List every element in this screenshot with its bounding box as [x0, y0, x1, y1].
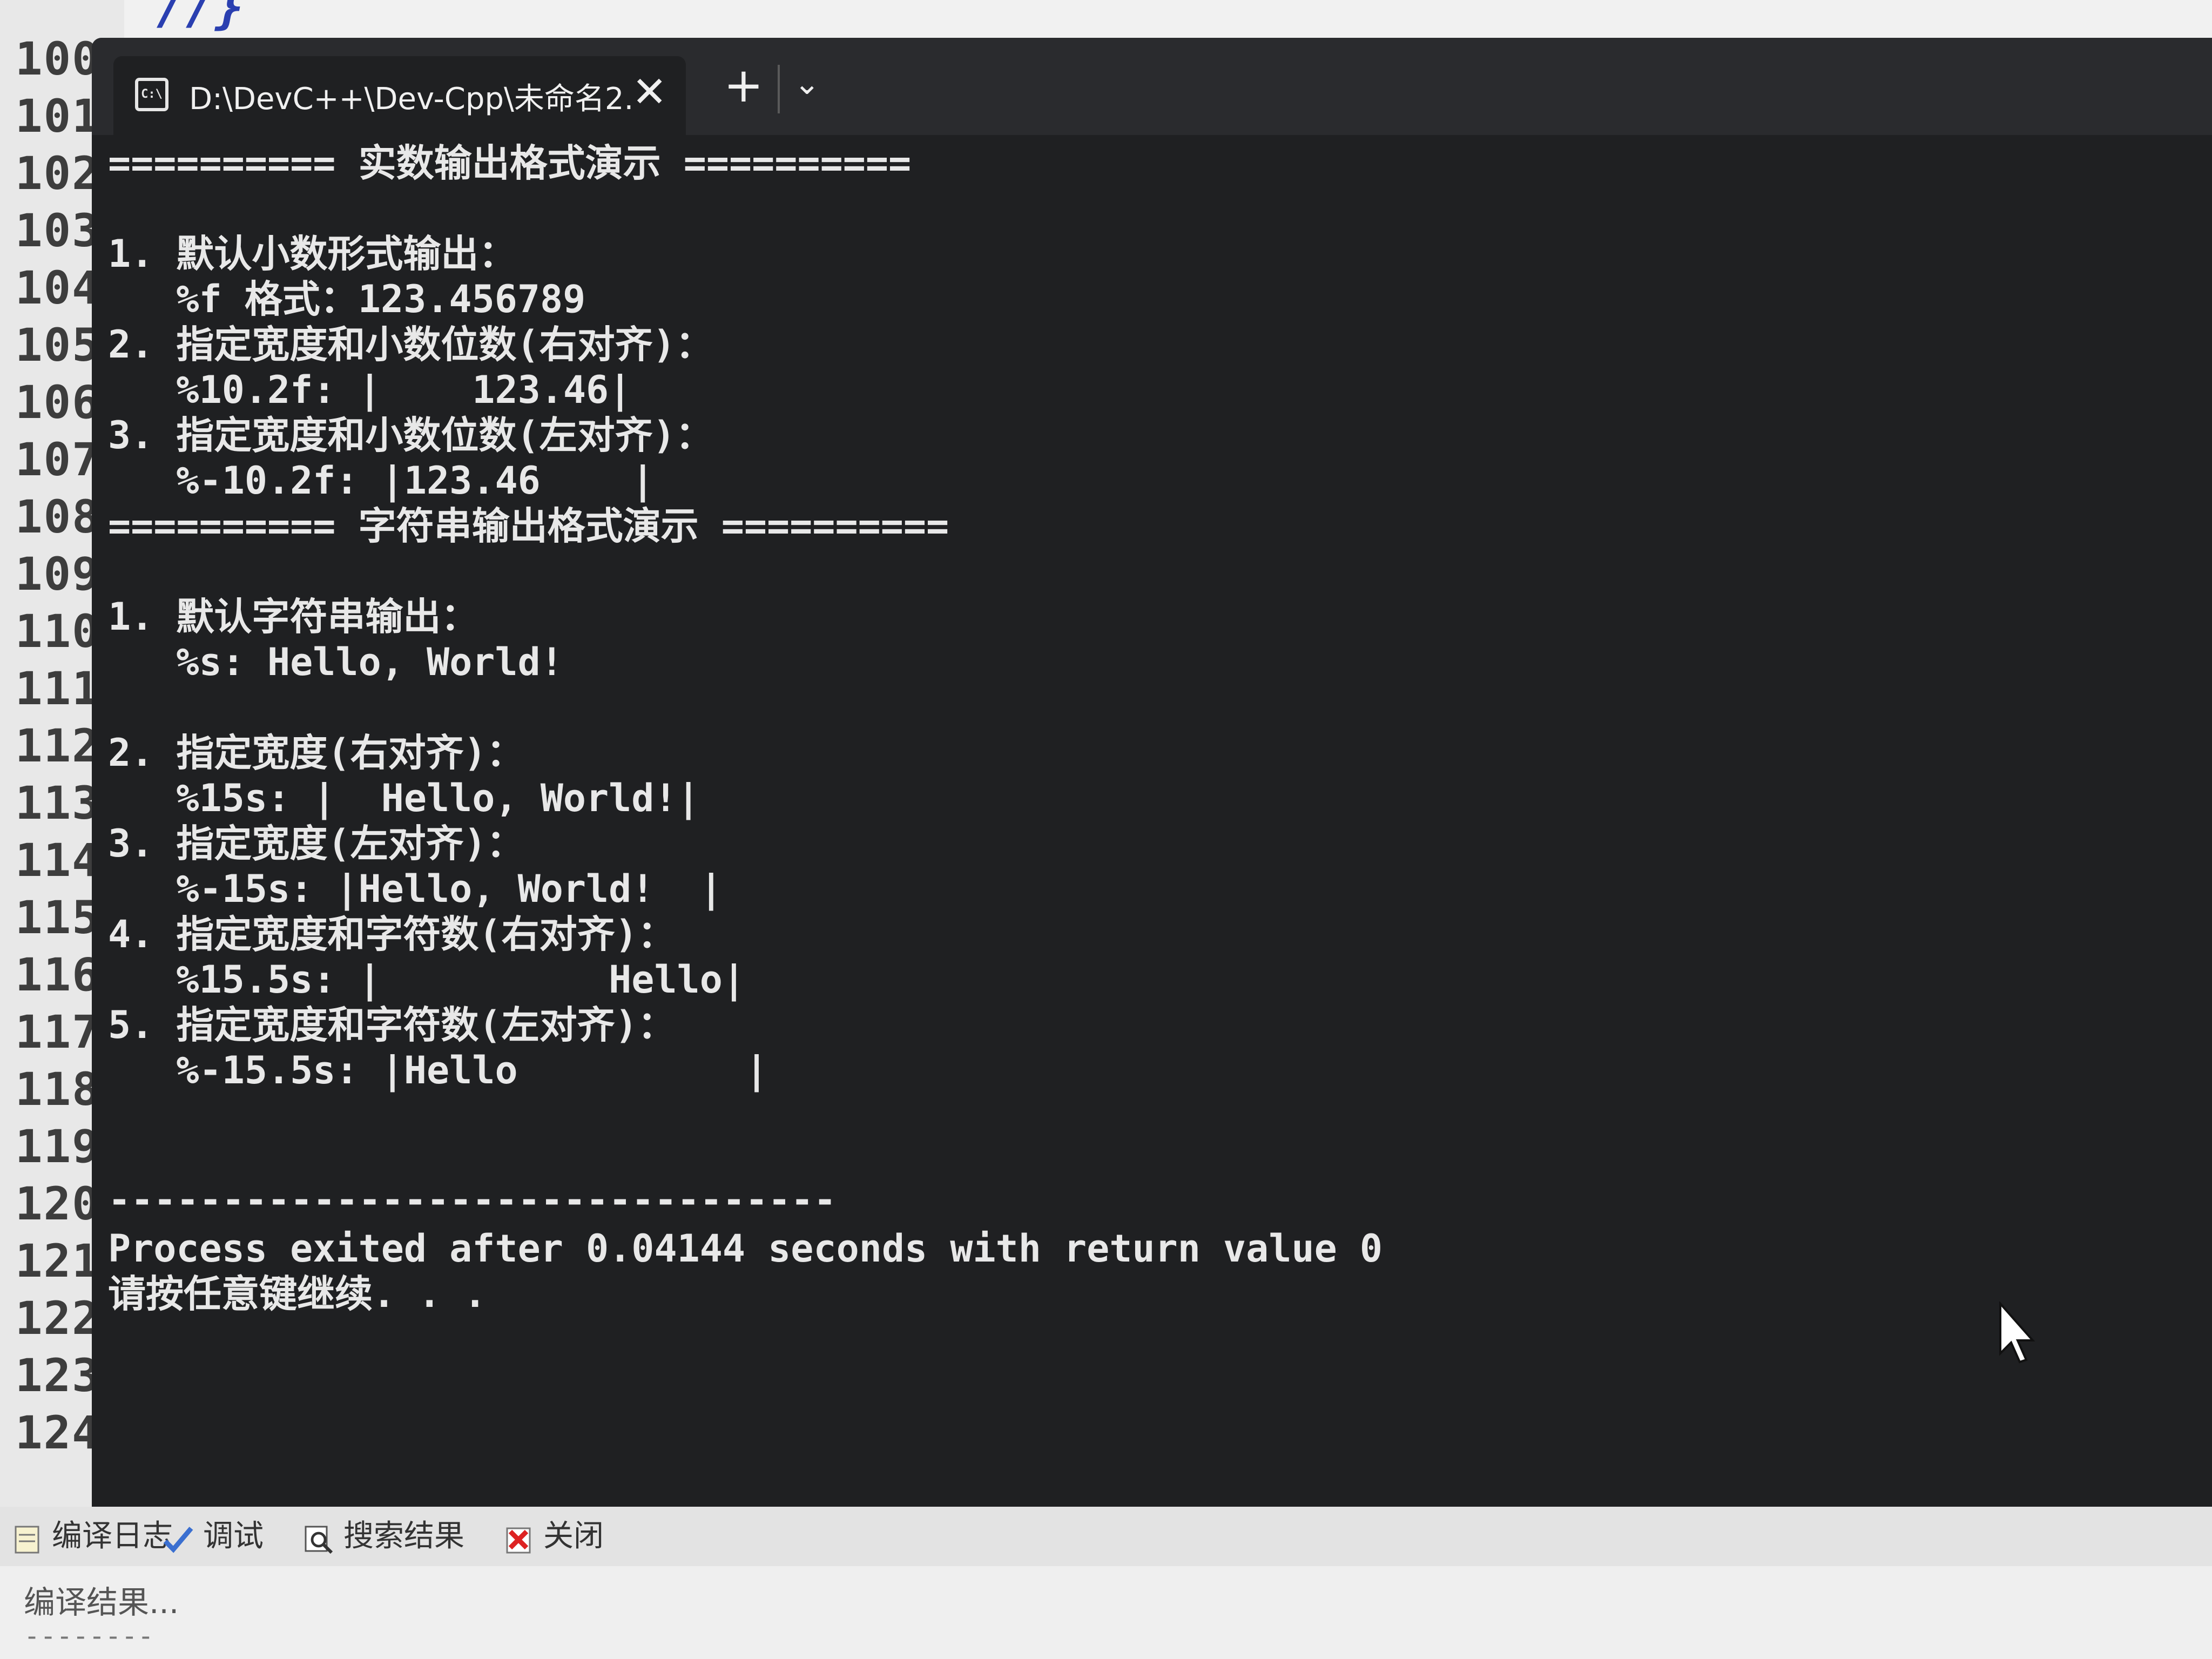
output-line: %f 格式：123.456789 [108, 277, 586, 321]
output-line: %-15s: |Hello, World! | [108, 867, 723, 911]
line-number: 107 [15, 433, 100, 486]
press-any-key-line: 请按任意键继续. . . [108, 1272, 487, 1316]
line-number: 109 [15, 548, 100, 601]
new-tab-button[interactable]: + [724, 58, 764, 112]
line-number: 123 [15, 1349, 100, 1402]
process-exit-line: Process exited after 0.04144 seconds wit… [108, 1226, 1383, 1271]
tab-debug[interactable]: 调试 [162, 1512, 264, 1561]
tab-title: D:\DevC++\Dev-Cpp\未命名2. [189, 82, 634, 117]
bottom-panel-tabs: 编译日志 调试 搜索结果 关闭 [0, 1507, 2212, 1566]
compile-log-panel: 编译结果... -------- [0, 1566, 2212, 1659]
output-line: 5. 指定宽度和字符数(左对齐)： [108, 1003, 676, 1047]
line-number: 104 [15, 261, 100, 314]
output-line: %15s: | Hello, World!| [108, 776, 700, 820]
compile-result-text: 编译结果... [24, 1584, 179, 1621]
line-number: 100 [15, 32, 100, 85]
line-number: 115 [15, 891, 100, 944]
line-number: 102 [15, 147, 100, 200]
line-number: 113 [15, 777, 100, 830]
line-number: 111 [15, 662, 100, 715]
line-number: 121 [15, 1235, 100, 1287]
output-line: 3. 指定宽度(左对齐)： [108, 821, 524, 866]
line-number: 106 [15, 376, 100, 429]
output-line: 2. 指定宽度(右对齐)： [108, 731, 524, 775]
line-number: 118 [15, 1063, 100, 1116]
output-line: ========== 实数输出格式演示 ========== [108, 141, 912, 185]
tab-search-results[interactable]: 搜索结果 [302, 1512, 464, 1561]
output-line: %15.5s: | Hello| [108, 957, 746, 1002]
output-line: 1. 默认小数形式输出： [108, 232, 517, 276]
line-number: 105 [15, 319, 100, 372]
code-fragment: //} [157, 0, 245, 35]
line-number: 110 [15, 605, 100, 658]
line-number: 108 [15, 490, 100, 543]
output-separator: -------------------------------- [108, 1178, 837, 1222]
line-number: 112 [15, 719, 100, 772]
output-line: 1. 默认字符串输出： [108, 595, 479, 639]
close-icon[interactable]: ✕ [632, 68, 667, 117]
console-titlebar[interactable]: C:\ D:\DevC++\Dev-Cpp\未命名2. ✕ + ⌄ [92, 38, 2212, 135]
checkmark-icon [162, 1522, 194, 1554]
line-number: 116 [15, 948, 100, 1001]
tab-divider [778, 65, 780, 113]
line-number: 103 [15, 204, 100, 257]
line-number: 114 [15, 834, 100, 887]
output-line: %s: Hello, World! [108, 640, 563, 684]
close-icon [502, 1522, 535, 1554]
output-line: 4. 指定宽度和字符数(右对齐)： [108, 912, 676, 956]
output-line: %10.2f: | 123.46| [108, 368, 632, 412]
tab-label: 调试 [203, 1519, 264, 1554]
tab-label: 搜索结果 [343, 1519, 464, 1554]
output-line: %-10.2f: |123.46 | [108, 458, 655, 503]
line-number: 119 [15, 1120, 100, 1173]
output-line: 3. 指定宽度和小数位数(左对齐)： [108, 413, 713, 457]
chevron-down-icon[interactable]: ⌄ [794, 56, 820, 110]
line-number: 120 [15, 1177, 100, 1230]
line-number: 101 [15, 90, 100, 143]
console-window[interactable]: C:\ D:\DevC++\Dev-Cpp\未命名2. ✕ + ⌄ ======… [92, 38, 2212, 1528]
output-line: 2. 指定宽度和小数位数(右对齐)： [108, 322, 713, 367]
line-number: 122 [15, 1292, 100, 1345]
tab-compile-log[interactable]: 编译日志 [11, 1512, 173, 1561]
line-number: 117 [15, 1006, 100, 1058]
tab-label: 关闭 [543, 1519, 604, 1554]
tab-close[interactable]: 关闭 [502, 1512, 604, 1561]
output-line: ========== 字符串输出格式演示 ========== [108, 504, 949, 548]
line-number: 124 [15, 1406, 100, 1459]
console-tab[interactable]: C:\ D:\DevC++\Dev-Cpp\未命名2. ✕ [113, 56, 686, 135]
compile-log-icon [11, 1522, 43, 1554]
console-icon: C:\ [135, 78, 168, 111]
output-line: %-15.5s: |Hello | [108, 1048, 768, 1092]
tab-label: 编译日志 [52, 1519, 173, 1554]
mouse-pointer-icon [1998, 1300, 2041, 1368]
compile-separator: -------- [24, 1620, 154, 1651]
search-icon [302, 1522, 335, 1554]
